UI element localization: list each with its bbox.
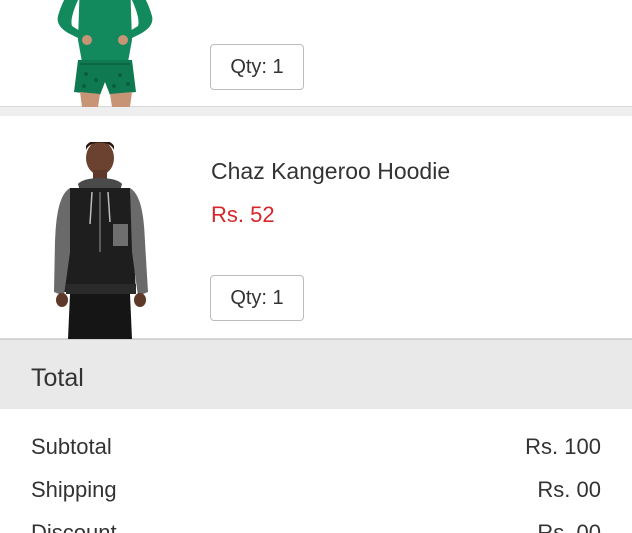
cart-item: Qty: 1 [0, 0, 632, 107]
subtotal-value: Rs. 100 [525, 434, 601, 459]
green-athletic-top-and-shorts-photo[interactable] [40, 0, 170, 107]
product-price: Rs. 52 [211, 202, 275, 227]
subtotal-label: Subtotal [31, 434, 112, 459]
quantity-selector[interactable]: Qty: 1 [210, 44, 304, 90]
total-title: Total [31, 364, 84, 392]
shipping-label: Shipping [31, 477, 117, 502]
shipping-value: Rs. 00 [537, 477, 601, 502]
shipping-row: Shipping Rs. 00 [31, 475, 601, 505]
total-section-header: Total [0, 339, 632, 409]
discount-label: Discount [31, 520, 117, 533]
quantity-selector[interactable]: Qty: 1 [210, 275, 304, 321]
cart-screen: Qty: 1 Chaz Kangeroo Hoodie Rs. 52 Qty: … [0, 0, 632, 533]
item-separator [0, 107, 632, 116]
black-grey-hoodie-photo[interactable] [40, 140, 170, 339]
discount-value: Rs. 00 [537, 520, 601, 533]
discount-row: Discount Rs. 00 [31, 518, 601, 533]
product-name[interactable]: Chaz Kangeroo Hoodie [211, 158, 450, 185]
subtotal-row: Subtotal Rs. 100 [31, 432, 601, 462]
cart-item: Chaz Kangeroo Hoodie Rs. 52 Qty: 1 [0, 116, 632, 339]
